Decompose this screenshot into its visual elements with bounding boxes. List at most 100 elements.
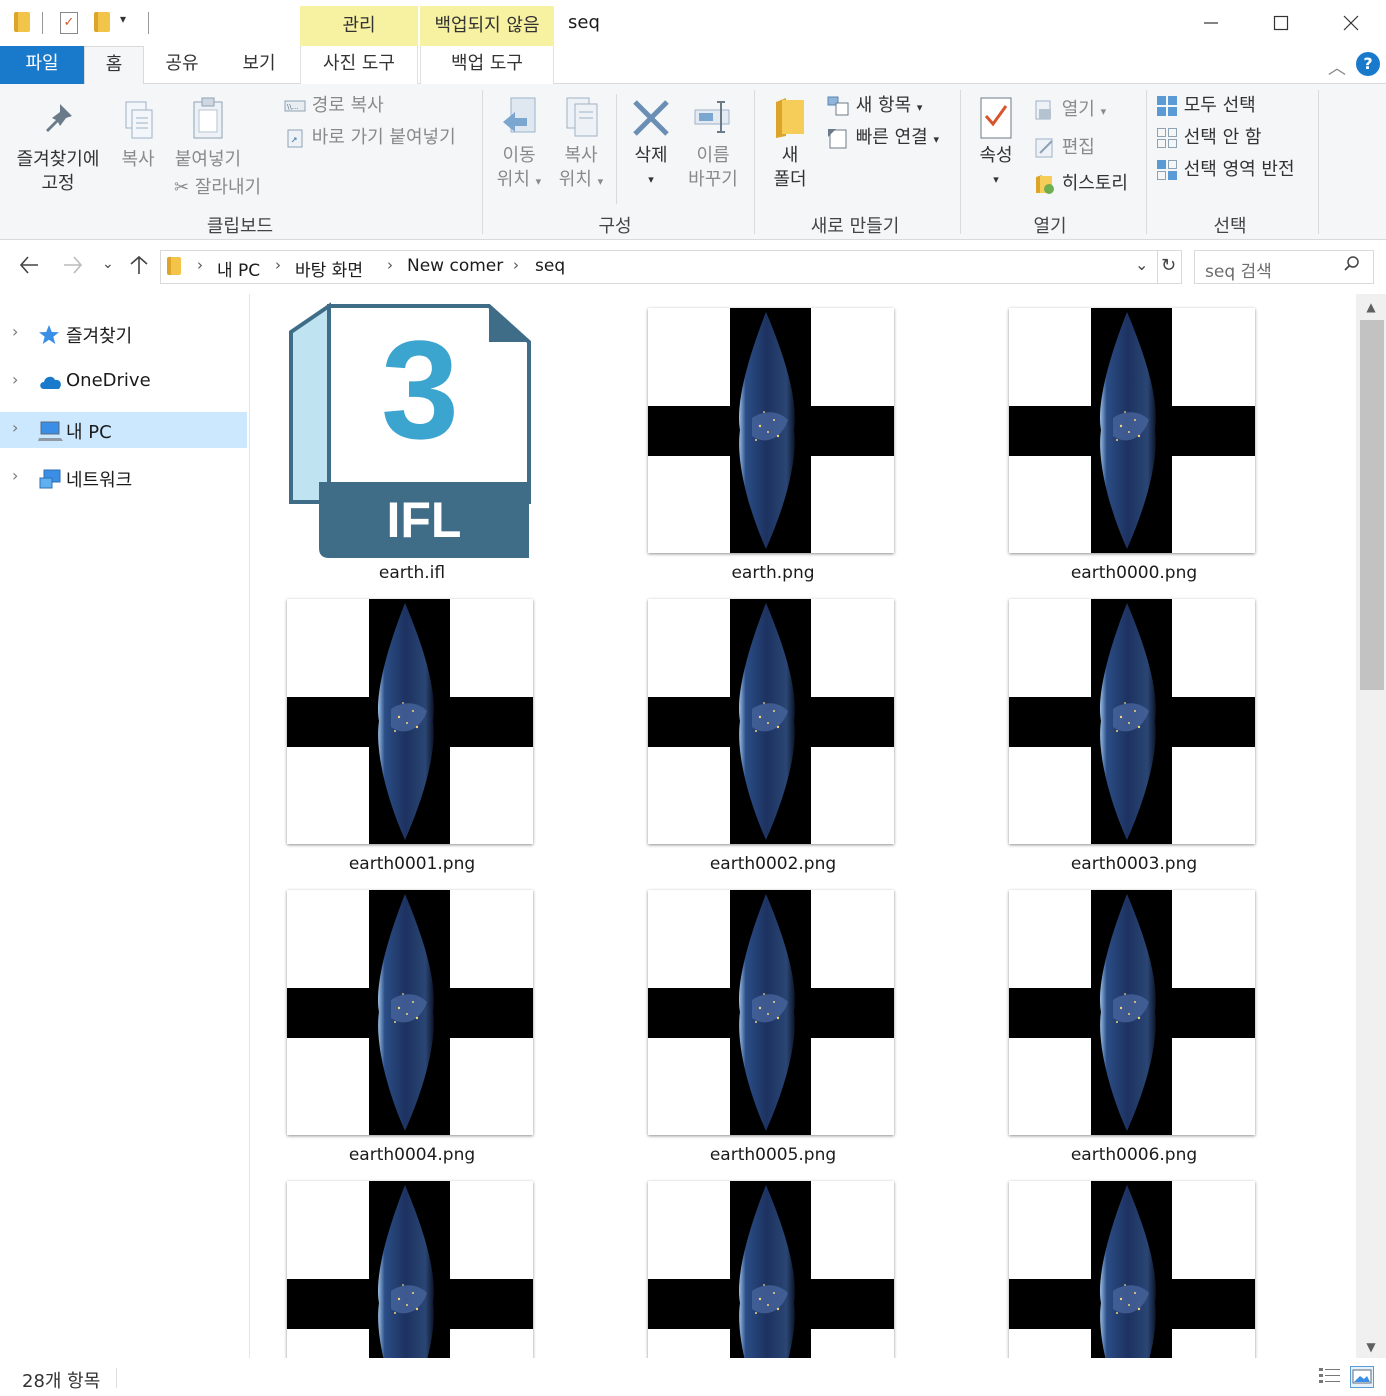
tab-backup-tools[interactable]: 백업 도구 — [420, 46, 554, 84]
new-folder-button[interactable]: 새 폴더 — [762, 96, 818, 192]
paste-shortcut-button[interactable]: 바로 가기 붙여넣기 — [284, 126, 456, 150]
rename-label-line1: 이름 — [696, 145, 730, 166]
history-label: 히스토리 — [1061, 173, 1128, 194]
select-group-label: 선택 — [1213, 216, 1247, 237]
copy-path-icon: \\... — [284, 100, 306, 112]
breadcrumb-desktop[interactable]: 바탕 화면 — [295, 256, 363, 281]
properties-button[interactable]: 속성 ▾ — [968, 96, 1024, 192]
open-button[interactable]: 열기 ▾ — [1034, 98, 1106, 124]
expand-chevron-icon[interactable]: › — [12, 370, 18, 389]
file-item[interactable]: earth0003.png — [1003, 585, 1255, 875]
breadcrumb-new-comer[interactable]: New comer — [407, 256, 503, 276]
breadcrumb-seq[interactable]: seq — [535, 256, 565, 276]
file-item[interactable]: earth.png — [642, 294, 894, 584]
back-button[interactable] — [18, 254, 40, 282]
scroll-down-icon[interactable]: ▼ — [1356, 1340, 1386, 1354]
new-folder-quick-icon[interactable] — [94, 12, 110, 32]
tab-view[interactable]: 보기 — [224, 46, 294, 84]
move-to-button[interactable]: 이동 위치 ▾ — [488, 94, 550, 194]
vertical-scrollbar[interactable]: ▲ ▼ — [1356, 294, 1386, 1358]
star-icon — [38, 324, 60, 351]
copy-button[interactable]: 복사 — [112, 98, 164, 172]
file-name: earth0004.png — [348, 1145, 476, 1165]
minimize-button[interactable] — [1176, 0, 1246, 46]
easy-access-button[interactable]: 빠른 연결 ▾ — [826, 126, 939, 152]
search-input[interactable]: seq 검색 — [1205, 257, 1272, 282]
file-item[interactable]: earth0001.png — [281, 585, 533, 875]
file-item[interactable]: earth0002.png — [642, 585, 894, 875]
address-bar[interactable]: › 내 PC › 바탕 화면 › New comer › seq ⌄ ↻ — [160, 250, 1182, 284]
window-title: seq — [568, 12, 600, 33]
ifl-label: IFL — [386, 492, 462, 548]
recent-locations-chevron-icon[interactable]: ⌄ — [102, 256, 114, 272]
context-tab-not-backed-up: 백업되지 않음 — [420, 6, 554, 46]
nav-item-this-pc[interactable]: › 내 PC — [0, 412, 247, 448]
forward-button[interactable] — [62, 254, 84, 282]
address-dropdown-icon[interactable]: ⌄ — [1135, 255, 1148, 274]
cut-button[interactable]: ✂ 잘라내기 — [174, 176, 261, 200]
earth-thumbnail — [648, 1181, 894, 1358]
tab-file[interactable]: 파일 — [0, 46, 84, 84]
file-item[interactable]: 3 IFL earth.ifl — [281, 294, 531, 584]
file-name: earth0001.png — [348, 854, 476, 874]
open-group-label: 열기 — [1033, 216, 1067, 237]
edit-button[interactable]: 편집 — [1034, 136, 1095, 160]
rename-button[interactable]: 이름 바꾸기 — [684, 96, 742, 192]
ifl-number: 3 — [381, 311, 459, 468]
details-view-button[interactable] — [1318, 1366, 1342, 1388]
expand-chevron-icon[interactable]: › — [12, 418, 18, 437]
search-box[interactable]: seq 검색 — [1194, 250, 1374, 284]
invert-selection-button[interactable]: 선택 영역 반전 — [1156, 158, 1295, 182]
tab-home[interactable]: 홈 — [84, 46, 144, 85]
maximize-icon — [1273, 15, 1289, 31]
copy-path-label: 경로 복사 — [311, 95, 384, 116]
large-icons-view-button[interactable] — [1350, 1366, 1374, 1388]
select-all-button[interactable]: 모두 선택 — [1156, 94, 1256, 118]
file-item[interactable] — [642, 1167, 894, 1358]
nav-item-quick-access[interactable]: › 즐겨찾기 — [0, 316, 247, 352]
close-button[interactable] — [1316, 0, 1386, 46]
new-item-button[interactable]: 새 항목 ▾ — [826, 94, 922, 120]
copy-to-button[interactable]: 복사 위치 ▾ — [550, 94, 612, 194]
tab-share[interactable]: 공유 — [148, 46, 216, 84]
expand-chevron-icon[interactable]: › — [12, 466, 18, 485]
scrollbar-thumb[interactable] — [1360, 320, 1384, 690]
file-item[interactable]: earth0000.png — [1003, 294, 1255, 584]
breadcrumb-this-pc[interactable]: 내 PC — [217, 256, 260, 281]
scroll-up-icon[interactable]: ▲ — [1356, 300, 1386, 314]
select-none-button[interactable]: 선택 안 함 — [1156, 126, 1261, 150]
divider — [1318, 90, 1319, 234]
collapse-ribbon-icon[interactable]: ︿ — [1328, 54, 1346, 80]
file-item[interactable] — [1003, 1167, 1255, 1358]
context-tab-manage: 관리 — [300, 6, 418, 46]
select-none-icon — [1157, 128, 1177, 148]
file-item[interactable]: earth0006.png — [1003, 876, 1255, 1166]
breadcrumb-chevron-icon: › — [275, 256, 281, 274]
help-icon[interactable]: ? — [1356, 52, 1380, 76]
chevron-down-icon: ▾ — [933, 133, 939, 146]
history-button[interactable]: 히스토리 — [1034, 172, 1128, 196]
delete-button[interactable]: 삭제 ▾ — [622, 96, 680, 192]
copy-icon — [125, 101, 153, 139]
rename-label-line2: 바꾸기 — [688, 169, 738, 190]
pin-to-quick-access-button[interactable]: 즐겨찾기에 고정 — [8, 98, 108, 196]
nav-item-label: 내 PC — [66, 422, 112, 443]
expand-chevron-icon[interactable]: › — [12, 322, 18, 341]
pin-icon — [46, 104, 72, 132]
quick-access-dropdown-icon[interactable]: ▾ — [120, 12, 126, 26]
file-item[interactable]: earth0004.png — [281, 876, 533, 1166]
nav-item-onedrive[interactable]: › OneDrive — [0, 364, 247, 400]
tab-picture-tools[interactable]: 사진 도구 — [300, 46, 418, 84]
folder-icon — [14, 12, 30, 32]
copy-path-button[interactable]: \\... 경로 복사 — [284, 94, 384, 118]
clipboard-icon — [193, 97, 223, 139]
up-button[interactable] — [128, 254, 150, 282]
file-item[interactable]: earth0005.png — [642, 876, 894, 1166]
maximize-button[interactable] — [1246, 0, 1316, 46]
file-item[interactable] — [281, 1167, 533, 1358]
refresh-icon[interactable]: ↻ — [1161, 255, 1176, 276]
nav-item-network[interactable]: › 네트워크 — [0, 460, 247, 496]
up-arrow-icon — [130, 255, 148, 274]
paste-button[interactable]: 붙여넣기 — [168, 94, 248, 172]
properties-quick-icon[interactable]: ✓ — [60, 12, 78, 34]
